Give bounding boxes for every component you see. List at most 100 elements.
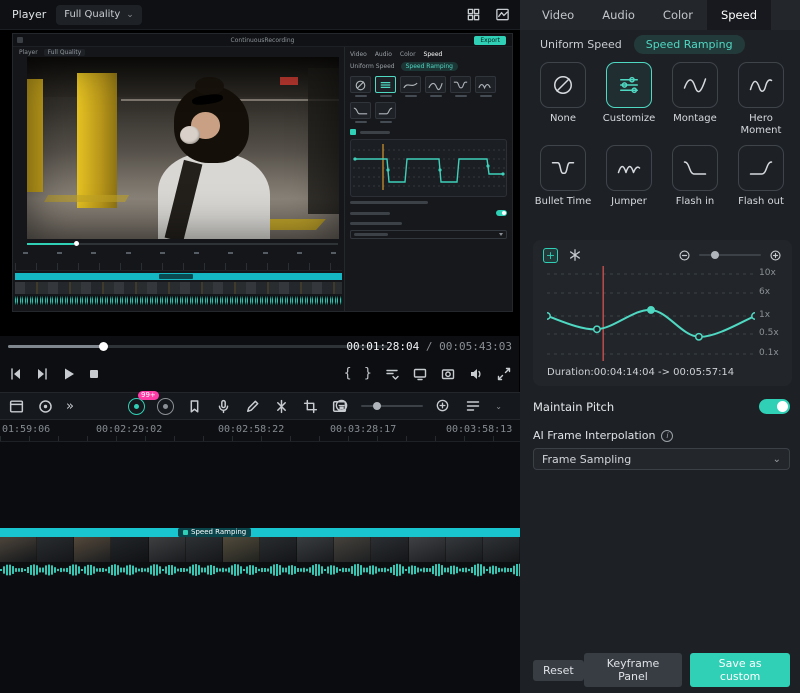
second-monitor-icon[interactable] <box>412 366 428 382</box>
timeline-zoom-slider[interactable] <box>361 405 423 407</box>
preset-jumper[interactable]: Jumper <box>598 145 660 220</box>
layout-grid-icon[interactable] <box>466 7 481 22</box>
preset-montage[interactable]: Montage <box>664 62 726 137</box>
info-icon[interactable]: i <box>661 430 673 442</box>
clip-thumbnail <box>111 537 148 562</box>
graph-y-label: 6x <box>759 287 770 297</box>
voiceover-mic-icon[interactable] <box>215 398 232 415</box>
marker-icon[interactable] <box>186 398 203 415</box>
panel-tabs: Video Audio Color Speed <box>520 0 800 30</box>
notification-badge: 99+ <box>138 391 159 400</box>
seek-handle[interactable] <box>99 342 108 351</box>
recorded-app-frame: ContinuousRecording Export Player Full Q… <box>12 33 513 312</box>
more-tools-icon[interactable]: » <box>66 399 74 414</box>
frame-interpolation-select[interactable]: Frame Sampling ⌄ <box>533 448 790 470</box>
zoom-in-icon[interactable] <box>435 398 450 413</box>
timecode-current: 00:01:28:04 <box>346 340 419 353</box>
maintain-pitch-toggle[interactable] <box>759 399 790 414</box>
scopes-chart-icon[interactable] <box>495 7 510 22</box>
quality-dropdown[interactable]: Full Quality ⌄ <box>56 5 142 25</box>
graph-zoom-slider[interactable] <box>699 254 761 256</box>
keyframe-point[interactable] <box>547 313 550 319</box>
preset-hero-moment[interactable]: Hero Moment <box>730 62 792 137</box>
render-preview-dropdown-icon[interactable] <box>384 366 400 382</box>
keyframe-panel-button[interactable]: Keyframe Panel <box>584 653 683 687</box>
graph-zoom-out-icon[interactable] <box>678 249 691 262</box>
tab-speed[interactable]: Speed <box>707 0 771 30</box>
audio-waveform-track[interactable] <box>0 562 520 576</box>
seek-bar[interactable] <box>8 345 388 348</box>
speaker-icon[interactable] <box>468 366 484 382</box>
freeze-frame-icon[interactable] <box>568 248 582 262</box>
speed-curve[interactable] <box>547 310 755 337</box>
recorded-titlebar: ContinuousRecording Export <box>13 34 512 47</box>
ruler-timestamp: 01:59:06 <box>2 424 50 435</box>
tab-color[interactable]: Color <box>649 0 707 30</box>
speed-ramping-clip-bar[interactable]: Speed Ramping <box>0 528 520 537</box>
recorded-add-keyframe <box>350 129 356 135</box>
split-scissors-icon[interactable] <box>273 398 290 415</box>
recorded-preset <box>450 76 471 97</box>
clip-thumbnail <box>37 537 74 562</box>
ai-frame-label: AI Frame Interpolation <box>533 429 655 442</box>
stop-button[interactable] <box>86 366 102 382</box>
video-clip-thumbnails[interactable] <box>0 537 520 562</box>
subtab-uniform-speed[interactable]: Uniform Speed <box>540 38 622 51</box>
keyframe-point[interactable] <box>696 334 702 340</box>
keyframe-point[interactable] <box>594 326 600 332</box>
preset-customize[interactable]: Customize <box>598 62 660 137</box>
reset-button[interactable]: Reset <box>533 660 584 681</box>
clip-thumbnail <box>149 537 186 562</box>
track-manager-icon[interactable] <box>465 398 481 414</box>
zoom-out-icon[interactable] <box>334 398 349 413</box>
timeline-ruler[interactable]: 01:59:0600:02:29:0200:02:58:2200:03:28:1… <box>0 420 520 442</box>
clip-thumbnail <box>0 537 37 562</box>
recorded-tab-video: Video <box>350 51 367 58</box>
preset-none[interactable]: None <box>532 62 594 137</box>
preset-bullet-time[interactable]: Bullet Time <box>532 145 594 220</box>
recorded-preset <box>400 76 421 97</box>
recorded-speed-clip <box>15 273 342 280</box>
edit-pen-icon[interactable] <box>244 398 261 415</box>
zoom-slider-handle[interactable] <box>373 402 381 410</box>
next-frame-button[interactable] <box>34 366 50 382</box>
keyframe-point[interactable] <box>648 307 654 313</box>
speed-curve-graph[interactable] <box>547 266 755 361</box>
record-screen-icon[interactable] <box>37 398 54 415</box>
recorded-subtab-uniform: Uniform Speed <box>350 63 395 70</box>
track-manager-chevron-icon[interactable]: ⌄ <box>495 402 502 411</box>
mark-out-icon[interactable]: } <box>364 366 372 382</box>
preset-flash-in[interactable]: Flash in <box>664 145 726 220</box>
save-as-custom-button[interactable]: Save as custom <box>690 653 790 687</box>
preset-flash-out[interactable]: Flash out <box>730 145 792 220</box>
timecode-total: / 00:05:43:03 <box>419 340 512 353</box>
previous-frame-button[interactable] <box>8 366 24 382</box>
timeline-tracks: Speed Ramping <box>0 442 520 693</box>
mark-in-icon[interactable]: { <box>343 366 351 382</box>
crop-icon[interactable] <box>302 398 319 415</box>
graph-y-label: 10x <box>759 268 776 278</box>
recorded-quality: Full Quality <box>44 49 86 56</box>
properties-panel: Video Audio Color Speed Uniform Speed Sp… <box>520 0 800 693</box>
keyframe-point[interactable] <box>752 313 755 319</box>
play-button[interactable] <box>60 366 76 382</box>
import-media-icon[interactable] <box>8 398 25 415</box>
tab-video[interactable]: Video <box>528 0 588 30</box>
recorded-title: ContinuousRecording <box>231 37 295 44</box>
graph-zoom-handle[interactable] <box>711 251 719 259</box>
keyframe-record-button[interactable] <box>157 398 174 415</box>
add-keyframe-button[interactable]: + <box>543 248 558 263</box>
graph-zoom-in-icon[interactable] <box>769 249 782 262</box>
panel-footer: Reset Keyframe Panel Save as custom <box>533 653 790 687</box>
transport-controls: { } <box>0 358 520 392</box>
clip-thumbnail <box>74 537 111 562</box>
player-label: Player <box>12 8 46 21</box>
recorded-tab-color: Color <box>400 51 416 58</box>
speed-ramp-active-button[interactable] <box>128 398 145 415</box>
fullscreen-icon[interactable] <box>496 366 512 382</box>
snapshot-icon[interactable] <box>440 366 456 382</box>
subtab-speed-ramping[interactable]: Speed Ramping <box>634 35 745 54</box>
tab-audio[interactable]: Audio <box>588 0 649 30</box>
timecode-display: 00:01:28:04 / 00:05:43:03 <box>346 340 512 353</box>
recorded-subtab-ramping: Speed Ramping <box>401 62 458 71</box>
